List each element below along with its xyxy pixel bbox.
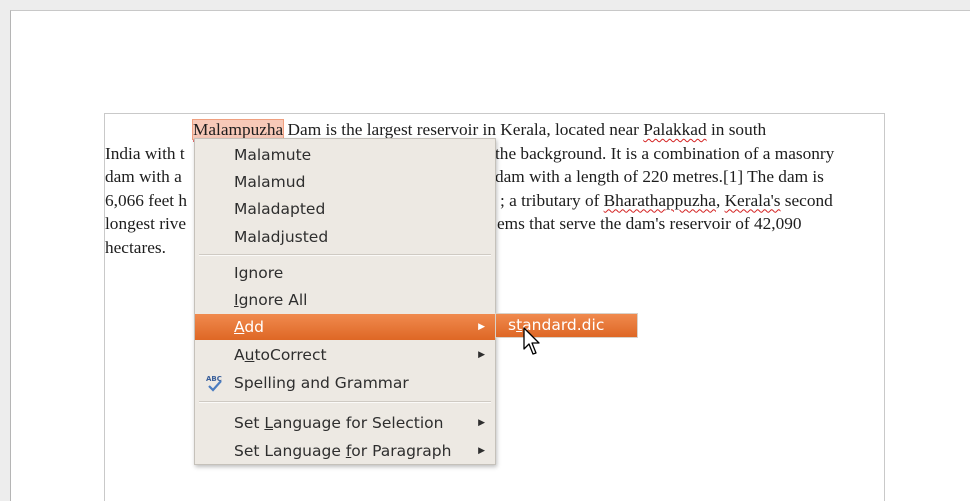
submenu-arrow-icon: ▶ — [478, 322, 485, 332]
mnemonic: L — [264, 414, 274, 432]
mnemonic: A — [234, 318, 245, 336]
menu-item-label: or Paragraph — [351, 442, 452, 460]
menu-item-label: dd — [244, 318, 265, 336]
text-segment: dam with a — [105, 167, 182, 186]
text-segment: ; a tributary of — [500, 190, 604, 210]
add-dictionary-submenu: standard.dic — [495, 313, 638, 338]
ignore-menu-item[interactable]: Ignore — [195, 260, 495, 286]
misspelled-word-selected[interactable]: Malampuzha — [191, 119, 285, 140]
text-segment: the background. It is a combination of a… — [495, 143, 835, 163]
misspelled-word[interactable]: Palakkad — [643, 120, 706, 139]
submenu-arrow-icon: ▶ — [478, 418, 485, 428]
menu-item-label: Malamud — [234, 173, 306, 191]
add-menu-item[interactable]: Add ▶ — [195, 314, 495, 340]
menu-item-label: toCorrect — [254, 346, 327, 364]
menu-item-label: A — [234, 346, 245, 364]
text-segment: ems that serve the dam's reservoir of 42… — [497, 214, 802, 233]
menu-separator — [199, 401, 491, 403]
spellcheck-context-menu: Malamute Malamud Maladapted Maladjusted … — [194, 138, 496, 465]
text-segment: in south — [706, 120, 767, 139]
submenu-arrow-icon: ▶ — [478, 446, 485, 456]
autocorrect-menu-item[interactable]: AutoCorrect ▶ — [195, 342, 495, 368]
menu-item-label: anguage for Selection — [273, 414, 444, 432]
suggestion-item-4[interactable]: Maladjusted — [195, 224, 495, 250]
set-language-paragraph-menu-item[interactable]: Set Language for Paragraph ▶ — [195, 438, 495, 464]
menu-item-label: s — [508, 316, 517, 334]
mnemonic: u — [244, 346, 255, 364]
misspelled-word[interactable]: Kerala's — [725, 191, 781, 210]
text-segment: India with t — [105, 143, 185, 163]
menu-item-label: Ignore — [234, 264, 284, 282]
suggestion-item-3[interactable]: Maladapted — [195, 196, 495, 222]
spelling-grammar-menu-item[interactable]: ABC Spelling and Grammar — [195, 370, 495, 396]
menu-item-label: Set — [234, 414, 265, 432]
menu-item-label: Malamute — [234, 146, 312, 164]
text-segment: , — [715, 190, 725, 210]
ignore-all-menu-item[interactable]: Ignore All — [195, 287, 495, 313]
text-segment: longest rive — [105, 214, 187, 233]
menu-item-label: Maladjusted — [234, 228, 329, 246]
text-segment: 6,066 feet h — [105, 190, 188, 210]
text-segment: Dam is the largest reservoir in Kerala, … — [283, 120, 644, 139]
set-language-selection-menu-item[interactable]: Set Language for Selection ▶ — [195, 410, 495, 436]
menu-item-label: gnore All — [238, 291, 308, 309]
text-segment: dam with a length of 220 metres.[1] The … — [495, 167, 824, 186]
text-segment: hectares. — [105, 237, 166, 257]
suggestion-item-1[interactable]: Malamute — [195, 142, 495, 168]
spellcheck-icon: ABC — [206, 375, 222, 392]
submenu-arrow-icon: ▶ — [478, 350, 485, 360]
misspelled-word[interactable]: Bharathappuzha — [604, 191, 716, 210]
menu-item-label: Maladapted — [234, 200, 326, 218]
menu-separator — [199, 254, 491, 256]
menu-item-label: Spelling and Grammar — [234, 374, 409, 392]
mouse-pointer-icon — [523, 327, 540, 355]
suggestion-item-2[interactable]: Malamud — [195, 169, 495, 195]
text-segment: second — [780, 190, 833, 210]
menu-item-label: Set Language — [234, 442, 346, 460]
